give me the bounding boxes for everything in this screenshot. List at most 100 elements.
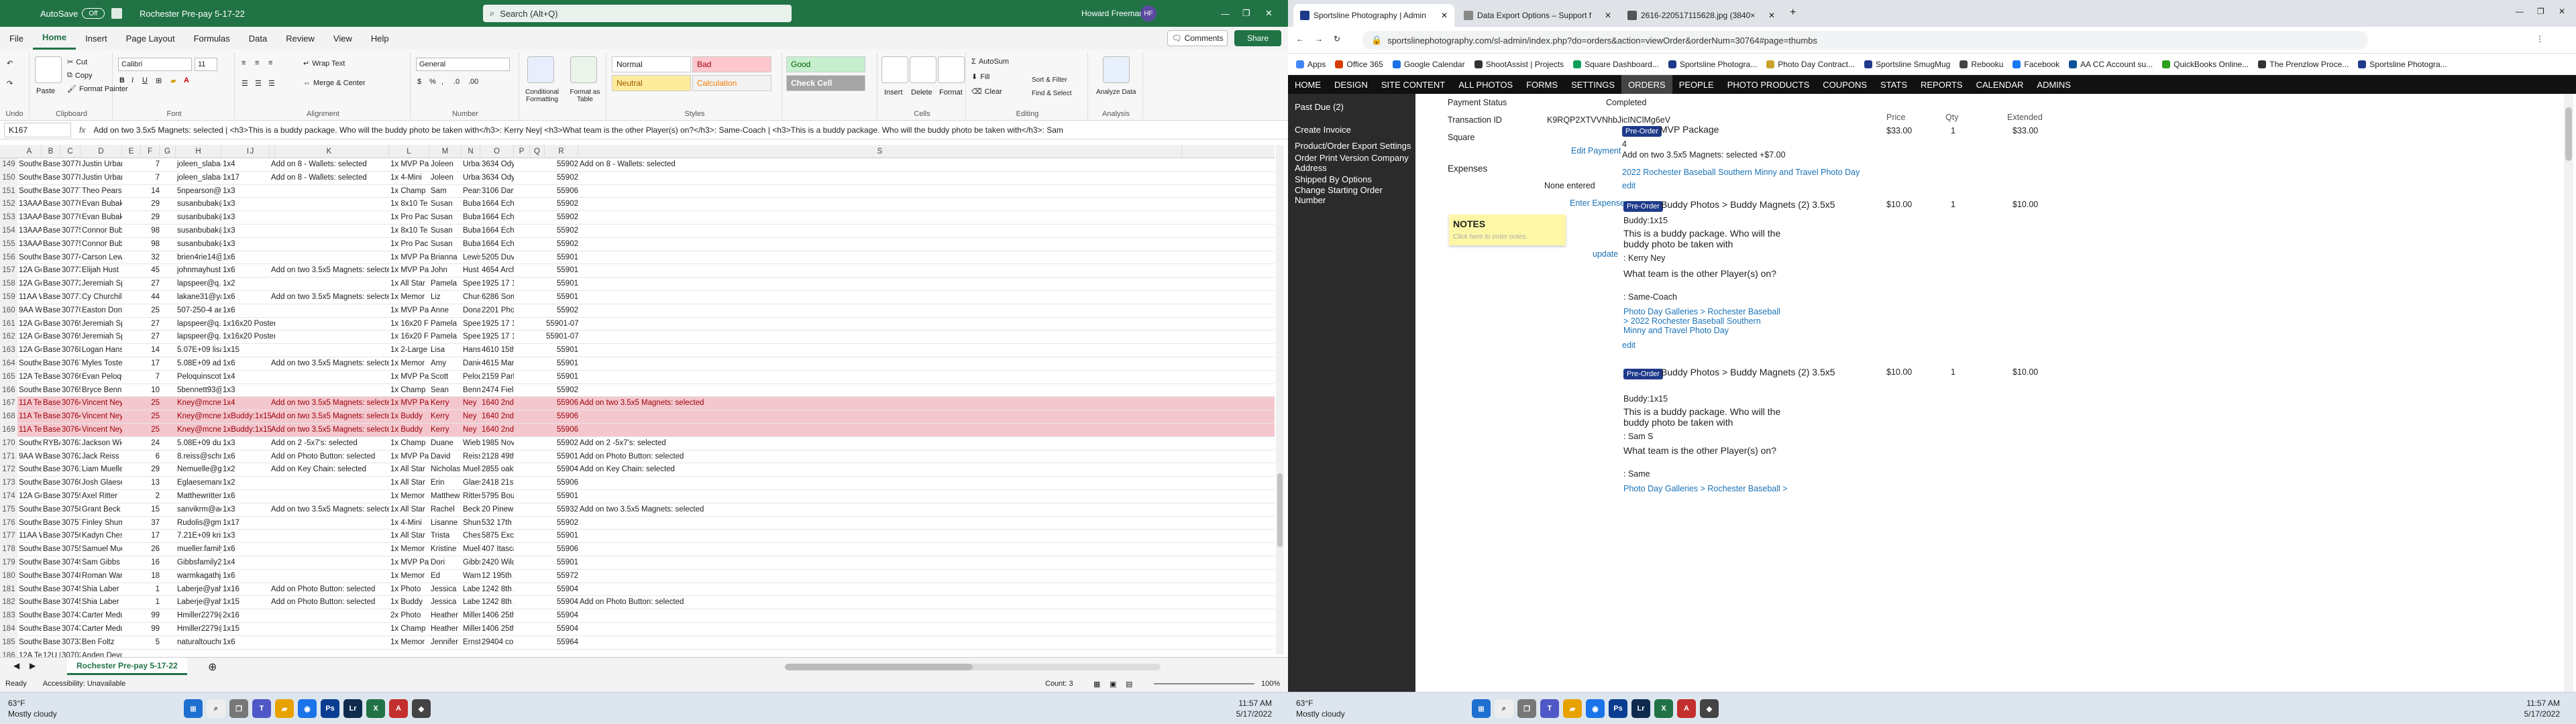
cell-m[interactable]: Jessica (429, 583, 462, 597)
table-row[interactable]: 184SouthernBaseball30743Carter Meduna 99 H… (0, 623, 1275, 636)
align-right-icon[interactable]: ☰ (268, 79, 275, 88)
bookmark-item[interactable]: The Prenzlow Proce... (2258, 60, 2349, 69)
cell-m[interactable]: Kerry (429, 424, 462, 437)
cell-n[interactable]: Shumway (462, 517, 480, 530)
cell-h[interactable]: lapspeer@q.com (176, 330, 221, 344)
column-header[interactable]: D (80, 145, 122, 158)
cell-o[interactable]: 12 195th A ST. CMN (480, 570, 514, 583)
cell-n[interactable]: Ritter (462, 490, 480, 503)
row-number[interactable]: 177 (0, 530, 17, 544)
cell-f[interactable]: 13 (141, 477, 160, 490)
cell-m[interactable]: Rachel (429, 503, 462, 517)
table-row[interactable]: 17412A GoldBaseball30759Axel Ritter 2 Matt… (0, 490, 1275, 503)
table-row[interactable]: 16911A TealBaseball30764Vincent Ney 25 Kne… (0, 424, 1275, 437)
undo-icon[interactable]: ↶ (7, 59, 13, 68)
cell-f[interactable]: 17 (141, 357, 160, 371)
update-link[interactable]: update (1593, 249, 1618, 259)
column-header[interactable]: S (578, 145, 1182, 158)
url-input[interactable]: 🔒 sportslinephotography.com/sl-admin/inde… (1362, 31, 2368, 50)
close-tab-icon[interactable]: ✕ (1441, 11, 1448, 20)
cell-f[interactable]: 14 (141, 185, 160, 198)
cell-o[interactable]: 2201 Phoe Roch MN (480, 304, 514, 318)
cell-d[interactable]: Connor Bubak (80, 225, 122, 238)
bookmark-item[interactable]: Apps (1296, 60, 1326, 69)
table-row[interactable]: 16112A GoldBaseball30769Jeremiah Speer 27… (0, 317, 1275, 331)
cell-f[interactable]: 27 (141, 318, 160, 331)
cell-n[interactable]: Hansmeie (462, 344, 480, 357)
cell-d[interactable]: Samuel Mueller (80, 543, 122, 556)
cell-n[interactable]: Miller (462, 623, 480, 636)
cell-a[interactable]: Southern (17, 596, 42, 609)
cell-a[interactable]: Southern (17, 543, 42, 556)
cell-o[interactable]: 3106 Danb Roch MN (480, 185, 514, 198)
cell-l[interactable]: 1x 4-Mini (389, 517, 429, 530)
cell-d[interactable]: Shia Laber (80, 583, 122, 597)
row-number[interactable]: 163 (0, 344, 17, 357)
cell-d[interactable]: Roman Warmkagath (80, 570, 122, 583)
cell-d[interactable]: Elijah Hust (80, 264, 122, 278)
cell-h[interactable]: warmkagathje@aol. (176, 570, 221, 583)
cell-l[interactable]: 1x Champ (389, 623, 429, 636)
cell-l[interactable]: 1x Memor (389, 570, 429, 583)
cell-c[interactable]: 30755 (60, 543, 80, 556)
cell-l[interactable]: 1x Pro Pac (389, 211, 429, 225)
cell-c[interactable]: 30764 (60, 424, 80, 437)
cell-l[interactable]: 1x Champ (389, 384, 429, 398)
row-number[interactable]: 169 (0, 424, 17, 437)
cell-f[interactable]: 16 (141, 556, 160, 570)
cell-h[interactable]: Laberje@yahoo.com (176, 583, 221, 597)
cell-b[interactable]: Baseball (42, 304, 60, 318)
copy-button[interactable]: ⧉ Copy (67, 71, 93, 80)
cell-l[interactable]: 1x 2-Large (389, 344, 429, 357)
cell-m[interactable]: Pamela (429, 318, 462, 331)
cell-f[interactable]: 7 (141, 158, 160, 172)
table-row[interactable]: 180SouthernBaseball30748Roman Warmkagath… (0, 569, 1275, 583)
cell-c[interactable]: 30764 (60, 410, 80, 424)
menu-file[interactable]: File (0, 27, 33, 50)
cell-f[interactable]: 15 (141, 503, 160, 517)
cell-a[interactable]: 12A Gold (17, 264, 42, 278)
cell-c[interactable]: 30702 (60, 650, 80, 657)
cell-c[interactable]: 30743 (60, 609, 80, 623)
cell-n[interactable]: Laber (462, 583, 480, 597)
bookmark-item[interactable]: Rebooku (1960, 60, 2003, 69)
cell-r[interactable]: 55902 (545, 198, 578, 211)
cell-d[interactable]: Jeremiah Speer (80, 278, 122, 291)
cell-b[interactable]: Baseball (42, 278, 60, 291)
cell-h[interactable]: Kney@mcneilusco.c (176, 397, 221, 410)
paste-icon[interactable] (35, 56, 62, 83)
cell-d[interactable]: Logan Hansmeier (80, 344, 122, 357)
cell-o[interactable]: 29404 cou Plair MN (480, 636, 514, 650)
admin-nav-calendar[interactable]: CALENDAR (1970, 75, 2031, 94)
cell-a[interactable]: 13AAA Blu (17, 225, 42, 238)
cell-f[interactable]: 44 (141, 291, 160, 304)
cell-a[interactable]: 13AAA Blu (17, 211, 42, 225)
table-row[interactable]: 172SouthernBaseball30761Liam Mueller 29 Ne… (0, 463, 1275, 477)
table-row[interactable]: 183SouthernBaseball30743Carter Meduna 99 H… (0, 609, 1275, 623)
item-edit-link[interactable]: edit (1622, 181, 1635, 190)
cell-a[interactable]: 12A Gold (17, 330, 42, 344)
cell-d[interactable]: Vincent Ney (80, 424, 122, 437)
clear-button[interactable]: ⌫ Clear (971, 87, 1002, 97)
cell-b[interactable]: Baseball (42, 344, 60, 357)
cell-a[interactable]: Southern (17, 251, 42, 265)
cell-i[interactable]: 1x3 (221, 503, 275, 517)
table-row[interactable]: 164SouthernBaseball30767Myles Tostenson 1… (0, 357, 1275, 371)
align-top-icon[interactable]: ≡ (241, 59, 246, 67)
task-view-icon[interactable]: ❐ (1517, 699, 1536, 718)
cell-h[interactable]: 5.07E+09 lisahansmeier00@gm (176, 344, 221, 357)
add-sheet-icon[interactable]: ⊕ (208, 660, 217, 674)
minimize-icon[interactable]: — (2516, 7, 2524, 16)
cell-n[interactable]: Urban (462, 158, 480, 172)
admin-nav-settings[interactable]: SETTINGS (1564, 75, 1621, 94)
cell-a[interactable]: Southern (17, 583, 42, 597)
cell-a[interactable]: Southern (17, 384, 42, 398)
underline-icon[interactable]: U (142, 76, 148, 84)
cell-i[interactable]: 1x6 (221, 304, 275, 318)
cell-d[interactable]: Evan Peloquin (80, 371, 122, 384)
vertical-scrollbar[interactable] (1276, 145, 1284, 654)
percent-icon[interactable]: % (429, 78, 436, 86)
forward-icon[interactable]: → (1315, 34, 1323, 44)
close-icon[interactable]: ✕ (1265, 8, 1273, 19)
weather-widget[interactable]: 63°F Mostly cloudy (8, 698, 57, 719)
